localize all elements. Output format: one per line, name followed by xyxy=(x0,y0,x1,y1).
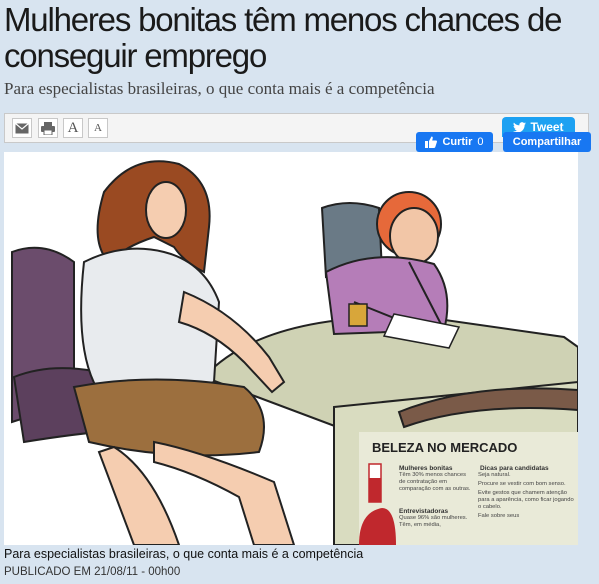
infographic-tips: Seja natural. Procure se vestir com bom … xyxy=(478,472,576,520)
illustration-drawing: BELEZA NO MERCADO Mulheres bonitas Têm 3… xyxy=(11,160,578,545)
infographic-section-right: Dicas para candidatas xyxy=(480,465,549,472)
article-title: Mulheres bonitas têm menos chances de co… xyxy=(4,1,562,74)
infographic-text-left-1: Têm 30% menos chances de contratação em … xyxy=(399,472,471,492)
like-count: 0 xyxy=(477,136,484,148)
envelope-icon xyxy=(15,122,29,133)
tip-item: Fale sobre seus xyxy=(478,513,520,519)
share-button[interactable]: Compartilhar xyxy=(503,132,591,152)
infographic-title: BELEZA NO MERCADO xyxy=(372,440,517,455)
like-label: Curtir xyxy=(442,136,473,148)
tip-item: Evite gestos que chamem atenção para a a… xyxy=(478,490,574,510)
infographic-section-left-2: Entrevistadoras xyxy=(399,508,449,515)
infographic-section-left-1: Mulheres bonitas xyxy=(399,465,453,472)
tip-item: Seja natural. xyxy=(478,472,511,478)
image-caption: Para especialistas brasileiras, o que co… xyxy=(4,547,364,561)
increase-font-button[interactable]: A xyxy=(63,118,83,138)
decrease-font-button[interactable]: A xyxy=(88,118,108,138)
like-button[interactable]: Curtir 0 xyxy=(416,132,493,152)
twitter-bird-icon xyxy=(513,121,527,133)
published-date: PUBLICADO EM 21/08/11 - 00h00 xyxy=(4,566,181,578)
infographic-text-left-2: Quase 96% são mulheres. Têm, em média, xyxy=(399,515,468,528)
printer-icon xyxy=(41,121,55,135)
article-subtitle: Para especialistas brasileiras, o que co… xyxy=(4,79,435,98)
thumbs-up-icon xyxy=(425,136,438,148)
print-button[interactable] xyxy=(38,118,58,138)
tip-item: Procure se vestir com bom senso. xyxy=(478,481,566,487)
article-illustration: BELEZA NO MERCADO Mulheres bonitas Têm 3… xyxy=(4,152,578,545)
email-button[interactable] xyxy=(12,118,32,138)
